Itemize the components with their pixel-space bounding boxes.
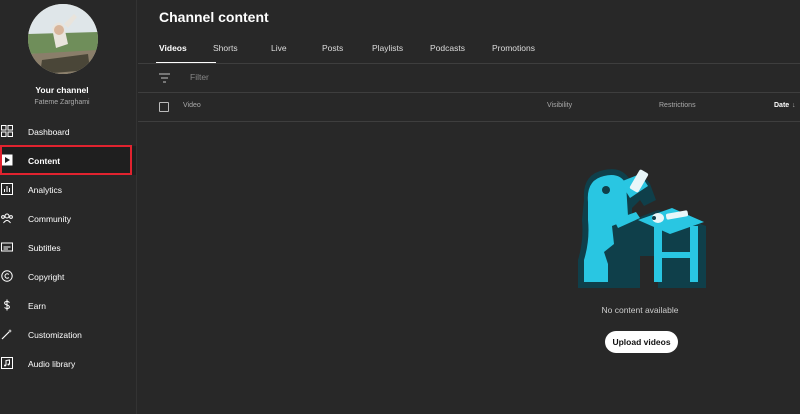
sidebar-item-customization[interactable]: Customization bbox=[0, 320, 136, 349]
column-restrictions[interactable]: Restrictions bbox=[659, 102, 696, 109]
sidebar-item-label: Subtitles bbox=[28, 242, 61, 253]
sidebar-item-earn[interactable]: Earn bbox=[0, 291, 136, 320]
sidebar-item-content[interactable]: Content bbox=[0, 146, 136, 175]
sidebar-item-dashboard[interactable]: Dashboard bbox=[0, 117, 136, 146]
content-tabs: Videos Shorts Live Posts Playlists Podca… bbox=[156, 43, 562, 64]
tab-posts[interactable]: Posts bbox=[322, 43, 372, 63]
sidebar-item-label: Content bbox=[28, 155, 61, 166]
column-video[interactable]: Video bbox=[183, 102, 201, 109]
sidebar-item-community[interactable]: Community bbox=[0, 204, 136, 233]
sidebar-item-label: Dashboard bbox=[28, 126, 70, 137]
filter-icon[interactable] bbox=[159, 73, 170, 83]
channel-avatar[interactable] bbox=[28, 4, 98, 74]
header-divider bbox=[138, 121, 800, 122]
page-title: Channel content bbox=[159, 9, 269, 25]
sidebar-item-label: Earn bbox=[28, 300, 46, 311]
filter-bar bbox=[138, 64, 800, 92]
empty-state-message: No content available bbox=[601, 305, 679, 315]
subtitles-icon bbox=[1, 242, 13, 252]
your-channel-label: Your channel bbox=[35, 85, 89, 95]
filter-input[interactable] bbox=[190, 72, 490, 82]
tab-live[interactable]: Live bbox=[271, 43, 322, 63]
tab-playlists[interactable]: Playlists bbox=[372, 43, 430, 63]
column-visibility[interactable]: Visibility bbox=[547, 102, 572, 109]
tab-podcasts[interactable]: Podcasts bbox=[430, 43, 492, 63]
avatar-photo bbox=[28, 4, 98, 74]
column-date[interactable]: Date bbox=[774, 102, 789, 109]
sidebar-nav: Dashboard Content Analytics Community Su… bbox=[0, 117, 136, 378]
sidebar-item-label: Community bbox=[28, 213, 71, 224]
select-all-checkbox[interactable] bbox=[159, 102, 169, 112]
sidebar-item-label: Audio library bbox=[28, 358, 76, 369]
audio-library-icon bbox=[1, 357, 13, 369]
earn-icon bbox=[4, 299, 10, 311]
copyright-icon bbox=[1, 270, 13, 282]
sidebar: Your channel Fateme Zarghami Dashboard C… bbox=[0, 0, 137, 414]
sidebar-item-subtitles[interactable]: Subtitles bbox=[0, 233, 136, 262]
analytics-icon bbox=[1, 183, 13, 195]
dashboard-icon bbox=[1, 125, 13, 137]
upload-videos-button[interactable]: Upload videos bbox=[605, 331, 678, 353]
tab-promotions[interactable]: Promotions bbox=[492, 43, 562, 63]
channel-name: Fateme Zarghami bbox=[34, 99, 90, 106]
sidebar-item-audio-library[interactable]: Audio library bbox=[0, 349, 136, 378]
tab-shorts[interactable]: Shorts bbox=[213, 43, 271, 63]
table-header: Video Visibility Restrictions Date ↓ bbox=[138, 93, 800, 121]
community-icon bbox=[1, 213, 13, 224]
sidebar-item-label: Copyright bbox=[28, 271, 65, 282]
customization-icon bbox=[1, 329, 12, 340]
sidebar-item-copyright[interactable]: Copyright bbox=[0, 262, 136, 291]
sort-arrow-icon[interactable]: ↓ bbox=[792, 102, 796, 109]
empty-state-illustration bbox=[578, 169, 706, 288]
sidebar-item-analytics[interactable]: Analytics bbox=[0, 175, 136, 204]
content-icon bbox=[1, 154, 13, 166]
sidebar-item-label: Customization bbox=[28, 329, 82, 340]
sidebar-item-label: Analytics bbox=[28, 184, 63, 195]
tab-videos[interactable]: Videos bbox=[156, 43, 216, 64]
